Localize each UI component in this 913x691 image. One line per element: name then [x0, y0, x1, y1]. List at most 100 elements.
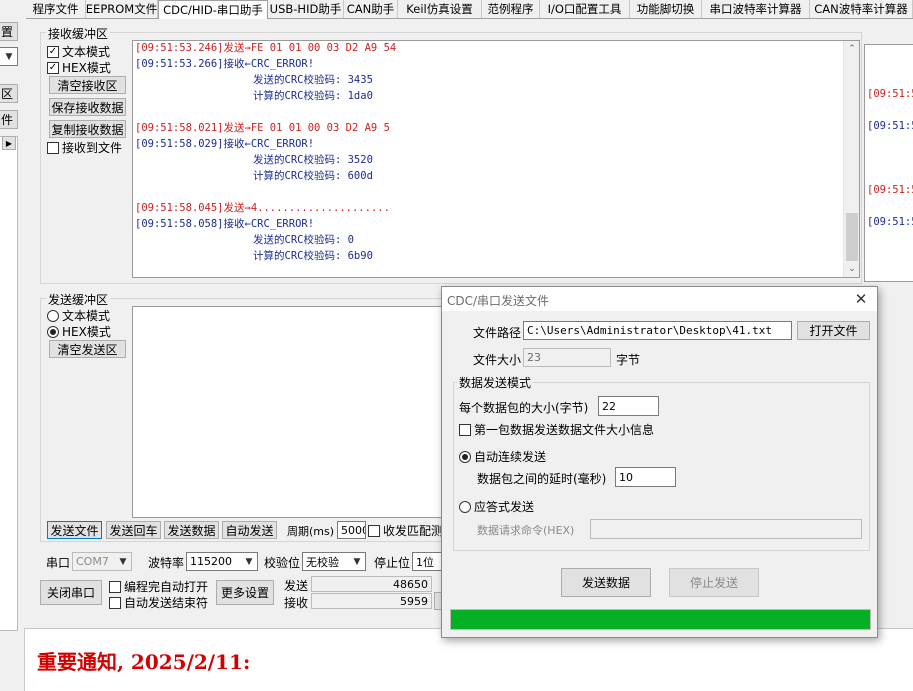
send-text-mode-label: 文本模式 [62, 309, 111, 323]
period-input[interactable]: 5000 [337, 521, 366, 539]
right-log-line: [09:51:5 [867, 88, 913, 100]
dialog-title: CDC/串口发送文件 [447, 294, 550, 308]
chevron-down-icon: ▼ [5, 51, 13, 62]
packet-size-input[interactable]: 22 [598, 396, 659, 416]
close-port-button[interactable]: 关闭串口 [40, 580, 102, 605]
clear-receive-button[interactable]: 清空接收区 [49, 76, 126, 94]
match-checkbox[interactable]: 收发匹配测 [368, 522, 443, 539]
log-line: [09:51:53.266]接收←CRC_ERROR! [135, 58, 315, 70]
rx-label: 接收 [284, 596, 309, 610]
tx-label: 发送 [284, 579, 309, 593]
checkbox-empty-icon [109, 580, 121, 593]
receive-hex-mode-checkbox[interactable]: ✓ HEX模式 [47, 59, 111, 76]
period-label: 周期(ms) [287, 525, 335, 538]
send-data-button[interactable]: 发送数据 [164, 521, 219, 539]
stop-value: 1位 [416, 555, 434, 569]
send-hex-mode-label: HEX模式 [62, 325, 111, 339]
scroll-thumb[interactable] [846, 213, 858, 261]
packet-size-label: 每个数据包的大小(字节) [459, 401, 589, 415]
log-line: 发送的CRC校验码: 0 [253, 234, 354, 246]
radio-icon [47, 309, 59, 322]
file-size-unit: 字节 [616, 353, 641, 367]
auto-continuous-label: 自动连续发送 [474, 450, 547, 464]
parity-label: 校验位 [264, 556, 301, 570]
baud-select[interactable]: 115200 ▼ [186, 552, 258, 571]
auto-continuous-radio[interactable]: 自动连续发送 [459, 448, 546, 465]
tab-cdc-hid-serial[interactable]: CDC/HID-串口助手 [158, 0, 268, 19]
send-progress-bar [450, 609, 871, 630]
dialog-stop-send-button[interactable]: 停止发送 [669, 568, 759, 597]
tab-keil-sim[interactable]: Keil仿真设置 [398, 0, 482, 18]
clear-send-button[interactable]: 清空发送区 [49, 340, 126, 358]
radio-icon [459, 500, 471, 513]
tab-examples[interactable]: 范例程序 [482, 0, 540, 18]
check-icon: ✓ [47, 45, 59, 58]
log-line: [09:51:58.021]发送→FE 01 01 00 03 D2 A9 5 [135, 122, 390, 134]
left-strip-button-3[interactable]: 件 [0, 110, 18, 129]
copy-receive-button[interactable]: 复制接收数据 [49, 120, 126, 138]
send-buffer-title: 发送缓冲区 [46, 291, 111, 308]
packet-delay-input[interactable]: 10 [615, 467, 676, 487]
tab-scroll-right-arrow[interactable]: ▶ [2, 136, 16, 150]
tab-usb-hid[interactable]: USB-HID助手 [268, 0, 344, 18]
dialog-send-data-button[interactable]: 发送数据 [561, 568, 651, 597]
receive-hex-mode-label: HEX模式 [62, 61, 111, 75]
baud-value: 115200 [190, 555, 232, 568]
notice-text: 重要通知, 2025/2/11: [37, 650, 251, 674]
file-path-input[interactable]: C:\Users\Administrator\Desktop\41.txt [523, 321, 792, 340]
rx-count: 5959 [311, 593, 432, 609]
tab-pin-switch[interactable]: 功能脚切换 [630, 0, 702, 18]
log-line: [09:51:58.045]发送→4..................... [135, 202, 390, 214]
tx-count: 48650 [311, 576, 432, 592]
radio-selected-icon [47, 325, 59, 338]
parity-value: 无校验 [306, 555, 339, 569]
auto-open-label: 编程完自动打开 [124, 580, 209, 594]
scroll-up-arrow-icon[interactable]: ⌃ [844, 41, 859, 57]
match-label: 收发匹配测 [383, 524, 444, 538]
right-receive-pane: [09:51:5 [09:51:5 [09:51:5 [09:51:5 [864, 44, 913, 282]
send-hex-mode-radio[interactable]: HEX模式 [47, 323, 111, 340]
left-strip-button-2[interactable]: 区 [0, 84, 18, 103]
left-strip-dropdown[interactable]: ▼ [0, 47, 18, 66]
stop-select[interactable]: 1位 [412, 552, 442, 571]
tab-program-file[interactable]: 程序文件 [26, 0, 86, 18]
first-packet-checkbox[interactable]: 第一包数据发送数据文件大小信息 [459, 421, 654, 438]
receive-to-file-checkbox[interactable]: 接收到文件 [47, 139, 122, 156]
receive-text-area[interactable]: [09:51:53.246]发送→FE 01 01 00 03 D2 A9 54… [132, 40, 860, 278]
request-command-label: 数据请求命令(HEX) [477, 524, 575, 537]
more-settings-button[interactable]: 更多设置 [216, 580, 274, 605]
answer-mode-label: 应答式发送 [474, 500, 535, 514]
log-line: 发送的CRC校验码: 3520 [253, 154, 373, 166]
request-command-input[interactable] [590, 519, 862, 539]
send-return-button[interactable]: 发送回车 [106, 521, 161, 539]
tab-can-baud-calc[interactable]: CAN波特率计算器 [810, 0, 913, 18]
checkbox-empty-icon [47, 141, 59, 154]
tab-eeprom-file[interactable]: EEPROM文件 [86, 0, 158, 18]
port-select[interactable]: COM7 ▼ [72, 552, 132, 571]
tab-io-config[interactable]: I/O口配置工具 [540, 0, 630, 18]
receive-scrollbar[interactable]: ⌃ ⌄ [843, 41, 859, 277]
auto-send-button[interactable]: 自动发送 [222, 521, 277, 539]
right-log-line: [09:51:5 [867, 216, 913, 228]
auto-end-checkbox[interactable]: 自动发送结束符 [109, 594, 208, 611]
left-strip-button-1[interactable]: 置 [0, 22, 18, 41]
tab-can-helper[interactable]: CAN助手 [344, 0, 398, 18]
auto-open-checkbox[interactable]: 编程完自动打开 [109, 578, 208, 595]
tab-uart-baud-calc[interactable]: 串口波特率计算器 [702, 0, 810, 18]
first-packet-label: 第一包数据发送数据文件大小信息 [474, 423, 655, 437]
port-label: 串口 [46, 556, 71, 570]
parity-select[interactable]: 无校验 ▼ [302, 552, 366, 571]
answer-mode-radio[interactable]: 应答式发送 [459, 498, 534, 515]
receive-text-mode-checkbox[interactable]: ✓ 文本模式 [47, 43, 110, 60]
scroll-down-arrow-icon[interactable]: ⌄ [844, 261, 859, 277]
right-log-line: [09:51:5 [867, 120, 913, 132]
send-file-button[interactable]: 发送文件 [47, 521, 102, 539]
left-strip: 置 ▼ 区 件 ▶ [0, 0, 24, 691]
send-text-mode-radio[interactable]: 文本模式 [47, 307, 110, 324]
close-icon[interactable]: ✕ [851, 289, 871, 309]
stop-label: 停止位 [374, 556, 411, 570]
checkbox-empty-icon [459, 423, 471, 436]
save-receive-button[interactable]: 保存接收数据 [49, 98, 126, 116]
open-file-button[interactable]: 打开文件 [797, 321, 870, 340]
log-line: [09:51:58.029]接收←CRC_ERROR! [135, 138, 315, 150]
